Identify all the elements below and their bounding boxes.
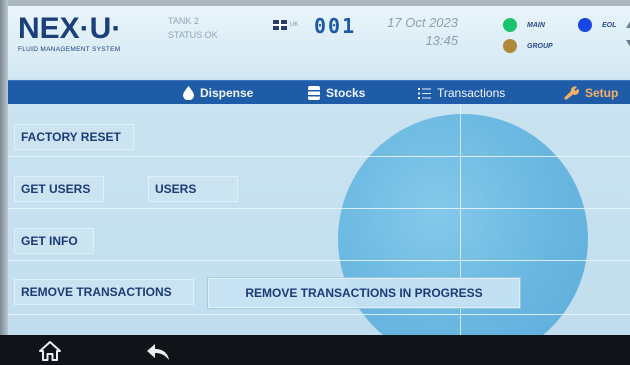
tab-dispense[interactable]: Dispense	[183, 81, 253, 105]
home-icon	[39, 341, 61, 361]
language-selector[interactable]: UK	[273, 20, 298, 30]
back-arrow-icon	[147, 344, 169, 360]
group-indicator-label: GROUP	[527, 42, 553, 50]
time-text: 13:45	[425, 33, 458, 48]
row-divider	[8, 156, 630, 157]
bottom-bar	[0, 335, 630, 365]
date-text: 17 Oct 2023	[387, 15, 458, 30]
datetime: 17 Oct 2023 13:45	[378, 14, 458, 50]
list-icon	[418, 87, 431, 99]
tank-status: STATUS OK	[168, 30, 218, 40]
wrench-icon	[564, 86, 579, 100]
barrel-icon	[308, 86, 320, 100]
counter-display: 001	[314, 14, 357, 38]
home-button[interactable]	[38, 340, 62, 362]
eol-status-dot-icon	[578, 18, 592, 32]
main-indicator: MAIN	[503, 18, 545, 32]
users-button[interactable]: USERS	[148, 176, 238, 202]
main-status-dot-icon	[503, 18, 517, 32]
group-status-dot-icon	[503, 39, 517, 53]
tab-transactions-label: Transactions	[437, 86, 506, 100]
main-indicator-label: MAIN	[527, 21, 545, 29]
remove-transactions-button[interactable]: REMOVE TRANSACTIONS	[14, 279, 194, 305]
logo-tagline: FLUID MANAGEMENT SYSTEM	[18, 46, 121, 53]
tank-name: TANK 2	[168, 16, 199, 26]
setup-panel: FACTORY RESET GET USERS USERS GET INFO R…	[8, 104, 630, 335]
tab-stocks[interactable]: Stocks	[308, 81, 365, 105]
header: NEX·U· FLUID MANAGEMENT SYSTEM TANK 2 ST…	[8, 6, 630, 78]
eol-indicator: EOL	[578, 18, 616, 32]
main-nav: Dispense Stocks Transactions Setup	[8, 80, 630, 104]
scroll-up-icon[interactable]	[626, 18, 630, 28]
uk-flag-icon	[273, 20, 287, 30]
get-users-button[interactable]: GET USERS	[14, 176, 104, 202]
eol-indicator-label: EOL	[602, 21, 617, 29]
scroll-down-icon[interactable]	[626, 40, 630, 50]
row-divider	[8, 260, 630, 261]
row-divider	[8, 208, 630, 209]
get-info-button[interactable]: GET INFO	[14, 228, 94, 254]
tab-setup-label: Setup	[585, 86, 619, 100]
logo-brand: NEX·U·	[18, 12, 122, 45]
device-screen: NEX·U· FLUID MANAGEMENT SYSTEM TANK 2 ST…	[0, 0, 630, 335]
tank-info: TANK 2 STATUS OK	[168, 14, 218, 42]
back-button[interactable]	[145, 340, 171, 362]
bezel-left	[0, 0, 8, 335]
remove-transactions-in-progress-button[interactable]: REMOVE TRANSACTIONS IN PROGRESS	[208, 278, 520, 308]
tab-transactions[interactable]: Transactions	[418, 81, 505, 105]
row-divider	[8, 314, 630, 315]
logo: NEX·U· FLUID MANAGEMENT SYSTEM	[18, 12, 158, 64]
tab-dispense-label: Dispense	[200, 86, 254, 100]
drop-icon	[183, 86, 194, 100]
tab-stocks-label: Stocks	[326, 86, 366, 100]
language-code: UK	[290, 22, 299, 28]
factory-reset-button[interactable]: FACTORY RESET	[14, 124, 134, 150]
tab-setup[interactable]: Setup	[563, 81, 618, 105]
group-indicator: GROUP	[503, 39, 553, 53]
